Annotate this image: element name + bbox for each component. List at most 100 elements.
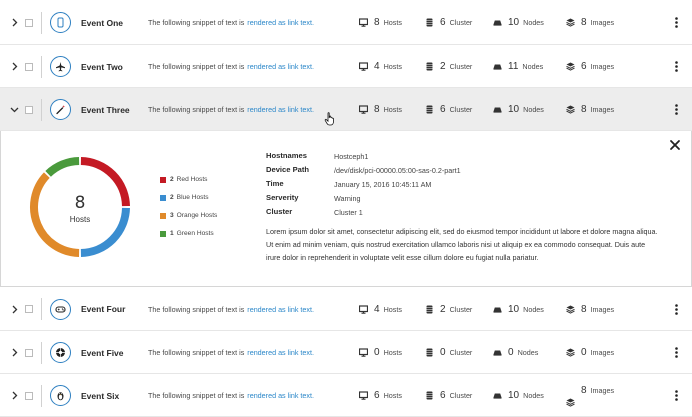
cluster-label: Cluster (449, 391, 473, 400)
expand-chevron[interactable] (9, 45, 19, 88)
expand-chevron[interactable] (9, 331, 19, 374)
chevron-right-icon (12, 348, 17, 357)
nodes-label: Nodes (523, 18, 544, 27)
nodes-count: 0 (508, 347, 514, 358)
snippet-link[interactable]: rendered as link text. (247, 62, 314, 71)
legend-count: 3 (170, 212, 174, 219)
row-divider (41, 342, 42, 364)
layers-icon (566, 105, 575, 114)
close-icon[interactable] (669, 139, 681, 151)
nodes-count: 10 (508, 390, 520, 401)
event-name: Event Five (81, 347, 124, 358)
monitor-icon (359, 348, 368, 357)
hosts-label: Hosts (383, 348, 402, 357)
cluster-count: 6 (440, 390, 446, 401)
legend-count: 2 (170, 194, 174, 201)
snippet-link[interactable]: rendered as link text. (247, 305, 314, 314)
hosts-count: 4 (374, 303, 380, 315)
event-name: Event Six (81, 390, 120, 401)
hosts-label: Hosts (383, 391, 402, 400)
nodes-icon (493, 64, 502, 70)
event-row[interactable]: Event Six The following snippet of text … (0, 374, 692, 417)
event-row[interactable]: Event Four The following snippet of text… (0, 287, 692, 331)
row-divider (41, 56, 42, 78)
event-type-badge (50, 298, 71, 320)
snippet-link[interactable]: rendered as link text. (247, 348, 314, 357)
expand-chevron[interactable] (9, 287, 19, 331)
airplane-icon (56, 62, 65, 72)
snippet-text: The following snippet of text is (148, 105, 245, 114)
cluster-count: 0 (440, 347, 446, 358)
cluster-label: Cluster (449, 62, 473, 71)
row-checkbox[interactable] (25, 18, 33, 27)
nodes-label: Nodes (522, 62, 544, 71)
database-icon (426, 348, 433, 357)
event-row[interactable]: Event One The following snippet of text … (0, 0, 692, 45)
row-checkbox[interactable] (25, 348, 33, 357)
snippet-link[interactable]: rendered as link text. (247, 391, 314, 400)
event-description: Lorem ipsum dolor sit amet, consectetur … (266, 227, 658, 262)
database-icon (426, 62, 433, 71)
nodes-label: Nodes (523, 105, 544, 114)
hosts-label: Hosts (383, 304, 402, 314)
cluster-count: 6 (440, 104, 446, 115)
row-checkbox[interactable] (25, 62, 33, 71)
legend-label: Green Hosts (176, 230, 214, 237)
row-checkbox[interactable] (25, 305, 33, 313)
row-actions-menu[interactable] (672, 88, 680, 131)
row-actions-menu[interactable] (672, 287, 680, 331)
detail-field-key: Time (266, 179, 284, 188)
detail-field-key: Serverity (266, 193, 299, 202)
hand-cursor-icon (324, 112, 334, 126)
images-count: 8 (581, 104, 587, 115)
row-checkbox[interactable] (25, 391, 33, 400)
row-actions-menu[interactable] (672, 331, 680, 374)
expand-chevron[interactable] (9, 374, 19, 417)
legend-swatch (160, 176, 166, 183)
legend-label: Orange Hosts (176, 212, 218, 219)
row-checkbox[interactable] (25, 105, 33, 114)
images-count: 8 (581, 303, 587, 315)
event-description-snippet: The following snippet of text is rendered… (148, 331, 314, 374)
gamepad-icon (55, 305, 66, 313)
chevron-down-icon (10, 107, 18, 113)
row-actions-menu[interactable] (672, 45, 680, 88)
collapse-chevron[interactable] (9, 88, 19, 131)
event-description-snippet: The following snippet of text is rendered… (148, 0, 314, 45)
nodes-label: Nodes (523, 304, 544, 314)
images-label: Images (590, 62, 615, 71)
detail-field-value: Cluster 1 (334, 208, 363, 217)
database-icon (426, 105, 433, 114)
nodes-label: Nodes (523, 391, 544, 400)
images-label: Images (590, 18, 615, 27)
legend-swatch (160, 230, 166, 237)
hosts-label: Hosts (383, 62, 402, 71)
detail-field-key: Hostnames (266, 151, 307, 160)
snippet-link[interactable]: rendered as link text. (247, 18, 314, 27)
magic-wand-icon (56, 105, 66, 115)
event-row[interactable]: Event Five The following snippet of text… (0, 331, 692, 374)
snippet-link[interactable]: rendered as link text. (247, 105, 314, 114)
event-description-snippet: The following snippet of text is rendered… (148, 374, 314, 417)
event-description-snippet: The following snippet of text is rendered… (148, 287, 314, 331)
chevron-right-icon (12, 18, 17, 27)
event-row[interactable]: Event Three The following snippet of tex… (0, 88, 692, 131)
nodes-icon (493, 20, 502, 26)
expand-chevron[interactable] (9, 0, 19, 45)
hosts-label: Hosts (383, 18, 402, 27)
event-name: Event Two (81, 61, 123, 72)
row-actions-menu[interactable] (672, 374, 680, 417)
nodes-icon (493, 393, 502, 399)
legend-count: 2 (170, 176, 174, 183)
snippet-text: The following snippet of text is (148, 348, 245, 357)
row-divider (41, 99, 42, 121)
event-row[interactable]: Event Two The following snippet of text … (0, 45, 692, 88)
kebab-icon (674, 104, 678, 115)
event-type-badge (50, 342, 71, 363)
hosts-count: 8 (374, 17, 380, 28)
nodes-icon (493, 307, 502, 313)
database-icon (426, 305, 433, 313)
database-icon (426, 18, 433, 27)
row-actions-menu[interactable] (672, 0, 680, 45)
kebab-icon (674, 61, 678, 72)
